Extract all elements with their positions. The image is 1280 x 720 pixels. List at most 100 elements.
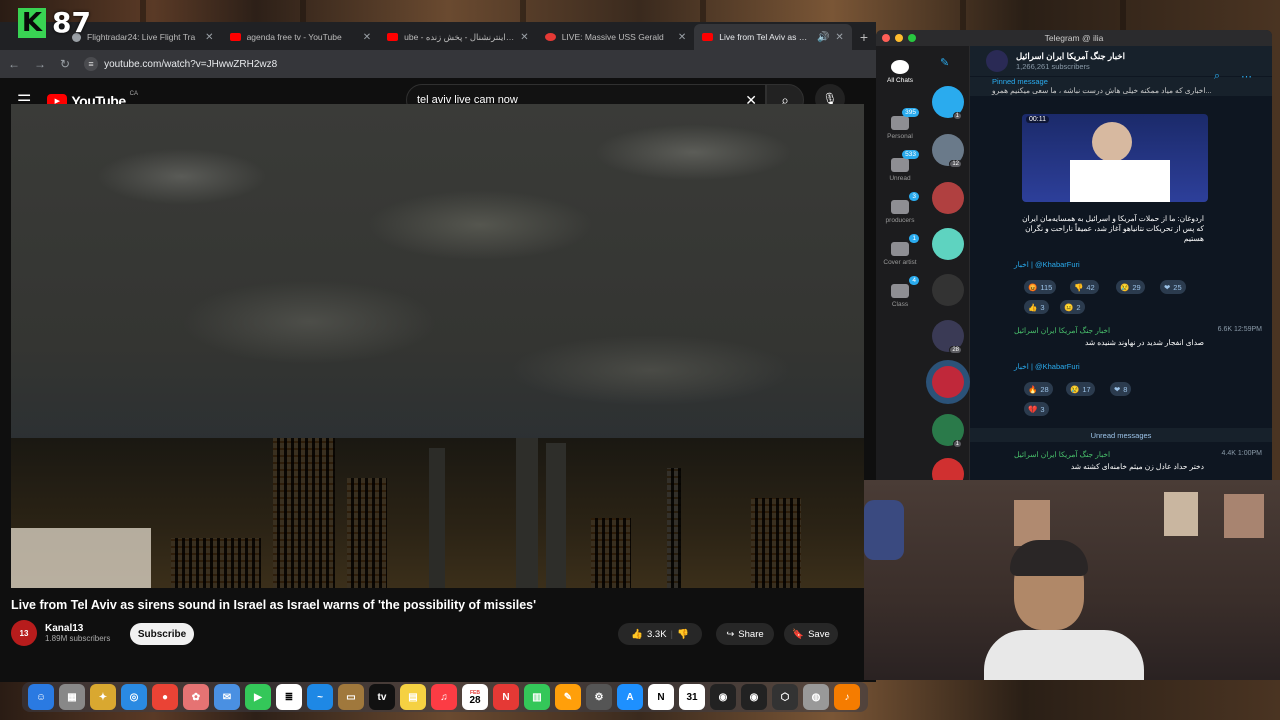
fantastical-icon[interactable]: 31 bbox=[679, 684, 705, 710]
message-video-thumbnail[interactable]: 00:11 bbox=[1022, 114, 1208, 202]
reaction-sad[interactable]: 😢 29 bbox=[1116, 280, 1145, 294]
save-button[interactable]: 🔖 Save bbox=[784, 623, 838, 645]
message-sender[interactable]: اخبار جنگ آمریکا ایران اسرائیل bbox=[1014, 326, 1110, 335]
close-icon[interactable]: ✕ bbox=[678, 32, 686, 43]
youtube-icon bbox=[229, 33, 241, 41]
chat-avatar[interactable] bbox=[932, 458, 964, 480]
reaction-sad[interactable]: 😢 17 bbox=[1066, 382, 1095, 396]
reaction-fire[interactable]: 🔥 28 bbox=[1024, 382, 1053, 396]
reaction-heart[interactable]: ❤ 25 bbox=[1160, 280, 1186, 294]
tab-agenda[interactable]: agenda free tv - YouTube ✕ bbox=[222, 24, 380, 50]
tab-tel-aviv[interactable]: Live from Tel Aviv as siren 🔊 ✕ bbox=[694, 24, 852, 50]
chat-header[interactable]: اخبار جنگ آمریکا ایران اسرائیل 1,266,261… bbox=[970, 46, 1272, 83]
reaction-broken-heart[interactable]: 💔 3 bbox=[1024, 402, 1049, 416]
broken-heart-icon: 💔 bbox=[1028, 404, 1038, 414]
close-icon[interactable]: ✕ bbox=[205, 32, 213, 43]
close-icon[interactable]: ✕ bbox=[520, 32, 528, 43]
folder-personal[interactable]: 395 Personal bbox=[876, 108, 924, 140]
app-icon[interactable]: ⬡ bbox=[772, 684, 798, 710]
folder-unread[interactable]: 533 Unread bbox=[876, 150, 924, 182]
channel-info[interactable]: 13 Kanal13 1.89M subscribers bbox=[11, 620, 110, 646]
chat-avatar[interactable] bbox=[932, 182, 964, 214]
channel-name[interactable]: Kanal13 bbox=[45, 623, 110, 634]
macos-dock: ☺ ▦ ✦ ◎ ● ✿ ✉ ▶ ≣ ~ ▭ tv ▤ ♫ FEB 28 N ▥ ✎… bbox=[22, 682, 868, 712]
message-source[interactable]: اخبار | @KhabarFuri bbox=[1014, 362, 1080, 371]
news-icon[interactable]: N bbox=[493, 684, 519, 710]
site-info-icon[interactable]: ≡ bbox=[84, 57, 99, 71]
video-player[interactable] bbox=[11, 104, 864, 588]
minimize-window-icon[interactable] bbox=[895, 34, 903, 42]
close-icon[interactable]: ✕ bbox=[835, 32, 843, 43]
url-text: youtube.com/watch?v=JHwwZRH2wz8 bbox=[104, 58, 278, 70]
pages-icon[interactable]: ✎ bbox=[555, 684, 581, 710]
chat-avatar-selected[interactable] bbox=[932, 366, 964, 398]
more-icon[interactable]: ⋯ bbox=[1241, 70, 1252, 83]
close-window-icon[interactable] bbox=[882, 34, 890, 42]
freeform-icon[interactable]: ~ bbox=[307, 684, 333, 710]
app-icon[interactable]: ◍ bbox=[803, 684, 829, 710]
thumbs-down-icon[interactable]: 👎 bbox=[677, 629, 689, 640]
photos-icon[interactable]: ✿ bbox=[183, 684, 209, 710]
tab-iran-international[interactable]: ube - ایران اینترنشنال - پخش زنده✕ bbox=[379, 24, 537, 50]
sad-icon: 😢 bbox=[1070, 384, 1080, 394]
app-icon[interactable]: ◉ bbox=[710, 684, 736, 710]
url-field[interactable]: ≡ youtube.com/watch?v=JHwwZRH2wz8 bbox=[84, 57, 278, 71]
notion-icon[interactable]: N bbox=[648, 684, 674, 710]
folder-producers[interactable]: 3 producers bbox=[876, 192, 924, 224]
chat-avatar[interactable]: 12 bbox=[932, 134, 964, 168]
app-icon[interactable]: ✦ bbox=[90, 684, 116, 710]
notes-folder-icon[interactable]: ▭ bbox=[338, 684, 364, 710]
forward-icon[interactable]: → bbox=[34, 57, 46, 71]
app-store-icon[interactable]: A bbox=[617, 684, 643, 710]
speaker-icon[interactable]: 🔊 bbox=[817, 32, 829, 43]
pinned-message-bar[interactable]: Pinned message اخباری که میاد ممکنه خیلی… bbox=[970, 76, 1272, 96]
like-count[interactable]: 3.3K bbox=[647, 629, 667, 640]
safari-icon[interactable]: ◎ bbox=[121, 684, 147, 710]
settings-icon[interactable]: ⚙ bbox=[586, 684, 612, 710]
notes-icon[interactable]: ▤ bbox=[400, 684, 426, 710]
mail-icon[interactable]: ✉ bbox=[214, 684, 240, 710]
folder-all-chats[interactable]: All Chats bbox=[876, 60, 924, 84]
reaction-neutral[interactable]: 😐 2 bbox=[1060, 300, 1085, 314]
reaction-heart[interactable]: ❤ 8 bbox=[1110, 382, 1132, 396]
reaction-thumbs-down[interactable]: 👎 42 bbox=[1070, 280, 1099, 294]
chat-avatar[interactable]: 28 bbox=[932, 320, 964, 354]
back-icon[interactable]: ← bbox=[8, 57, 20, 71]
reaction-angry[interactable]: 😡 115 bbox=[1024, 280, 1057, 294]
chat-avatar[interactable]: 1 bbox=[932, 414, 964, 448]
message-source[interactable]: اخبار | @KhabarFuri bbox=[1014, 260, 1080, 269]
chat-avatar[interactable] bbox=[932, 274, 964, 306]
tab-uss-gerald[interactable]: LIVE: Massive USS Gerald ✕ bbox=[537, 24, 695, 50]
launchpad-icon[interactable]: ▦ bbox=[59, 684, 85, 710]
calendar-icon[interactable]: FEB 28 bbox=[462, 684, 488, 710]
finder-icon[interactable]: ☺ bbox=[28, 684, 54, 710]
fl-studio-icon[interactable]: ♪ bbox=[834, 684, 860, 710]
apple-tv-icon[interactable]: tv bbox=[369, 684, 395, 710]
folder-icon: 395 bbox=[891, 108, 919, 130]
app-icon[interactable]: ◉ bbox=[741, 684, 767, 710]
close-icon[interactable]: ✕ bbox=[363, 32, 371, 43]
chat-avatar[interactable]: 1 bbox=[932, 86, 964, 120]
chat-avatar[interactable] bbox=[932, 228, 964, 260]
new-tab-button[interactable]: + bbox=[852, 24, 876, 50]
share-button[interactable]: ↪ Share bbox=[716, 623, 774, 645]
zoom-window-icon[interactable] bbox=[908, 34, 916, 42]
folder-cover-artist[interactable]: 1 Cover artist bbox=[876, 234, 924, 266]
subscribe-button[interactable]: Subscribe bbox=[130, 623, 194, 645]
chrome-icon[interactable]: ● bbox=[152, 684, 178, 710]
facetime-icon[interactable]: ▶ bbox=[245, 684, 271, 710]
thumbs-up-icon[interactable]: 👍 bbox=[631, 629, 643, 640]
compose-icon[interactable]: ✎ bbox=[940, 56, 949, 69]
folder-class[interactable]: 4 Class bbox=[876, 276, 924, 308]
search-icon[interactable]: ⌕ bbox=[1214, 70, 1220, 83]
music-icon[interactable]: ♫ bbox=[431, 684, 457, 710]
bookmark-icon: 🔖 bbox=[792, 628, 805, 640]
tower bbox=[751, 498, 801, 588]
message-sender[interactable]: اخبار جنگ آمریکا ایران اسرائیل bbox=[1014, 450, 1110, 459]
reload-icon[interactable]: ↻ bbox=[60, 57, 70, 71]
reminders-icon[interactable]: ≣ bbox=[276, 684, 302, 710]
numbers-icon[interactable]: ▥ bbox=[524, 684, 550, 710]
tower bbox=[273, 438, 335, 588]
reaction-thumbs-up[interactable]: 👍 3 bbox=[1024, 300, 1049, 314]
channel-avatar[interactable]: 13 bbox=[11, 620, 37, 646]
